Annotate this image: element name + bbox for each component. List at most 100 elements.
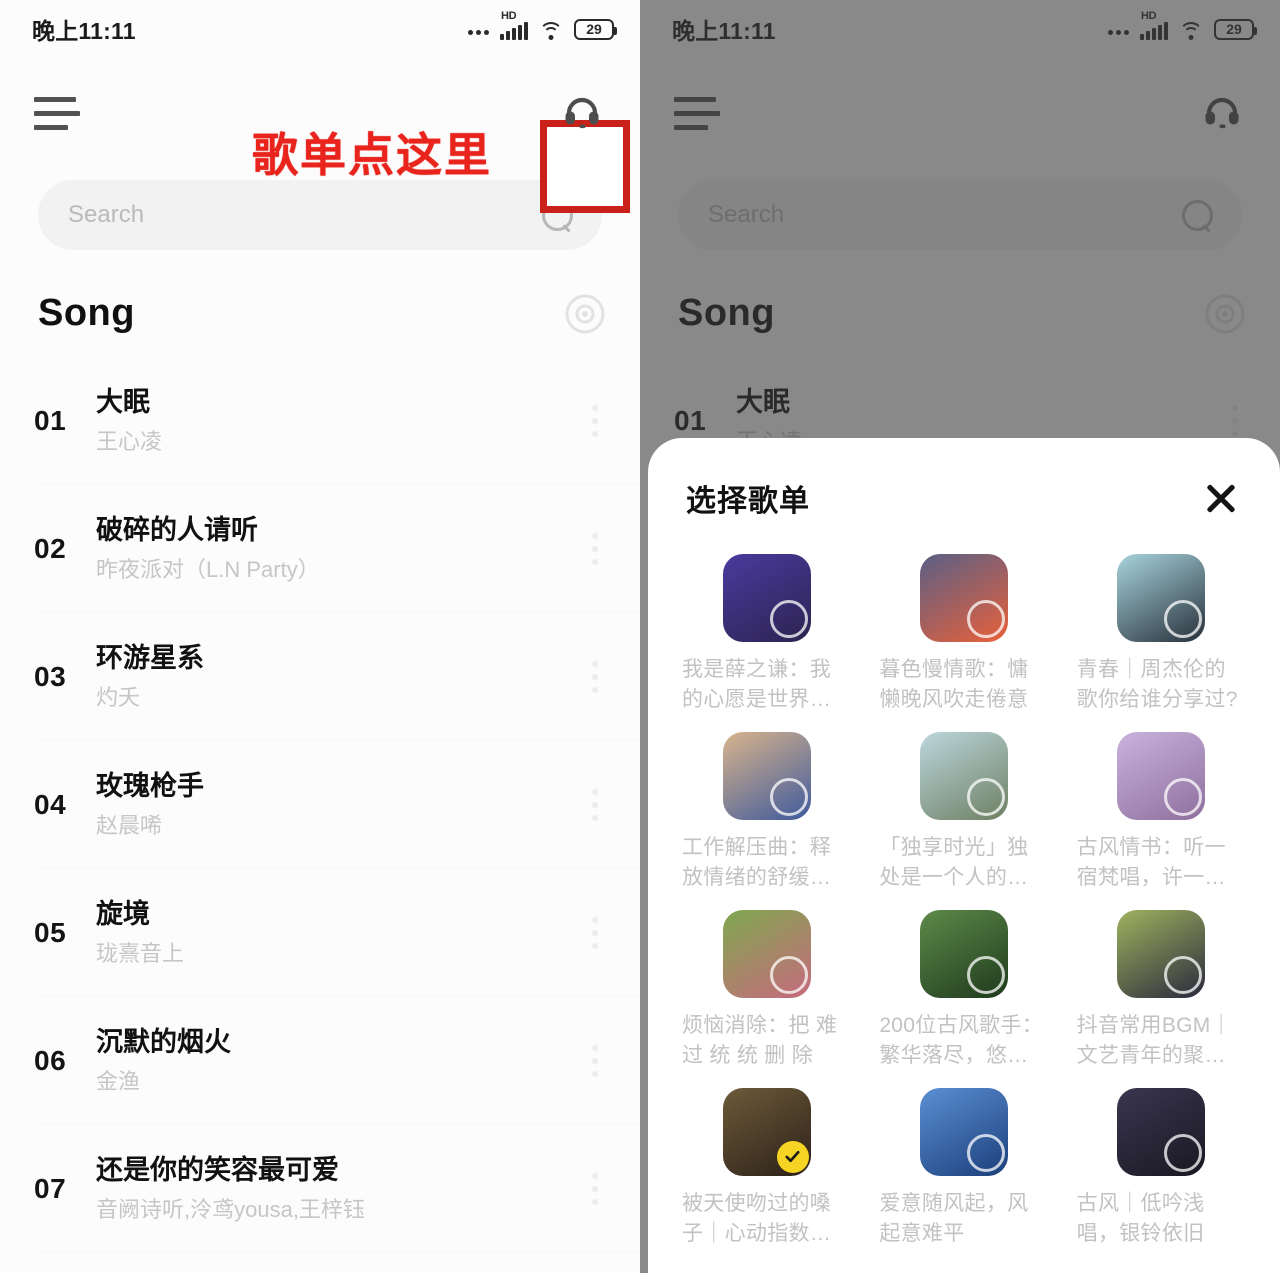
vinyl-overlay-icon (769, 955, 808, 994)
playlist-cover[interactable] (722, 1087, 811, 1176)
playlist-item[interactable]: 暮色慢情歌：慵懒晚风吹走倦意 (879, 554, 1048, 716)
song-row[interactable]: 01 大眠王心凌 (0, 357, 640, 485)
playlist-name: 青春｜周杰伦的歌你给谁分享过? (1076, 658, 1238, 712)
playlist-name: 烦恼消除：把 难 过 统 统 删 除 (682, 1013, 838, 1068)
vinyl-overlay-icon (966, 777, 1005, 816)
playlist-name: 抖音常用BGM｜文艺青年的聚会趴 (1076, 1013, 1232, 1068)
song-more-icon[interactable] (580, 1173, 610, 1205)
song-meta: 环游星系 灼夭 (92, 642, 580, 711)
song-more-icon[interactable] (580, 661, 610, 693)
song-more-icon[interactable] (580, 405, 610, 437)
song-title: 玫瑰枪手 (96, 771, 204, 802)
search-placeholder: Search (68, 201, 145, 228)
song-row[interactable]: 07 还是你的笑容最可爱 音阙诗听,泠鸢yousa,王梓钰 (0, 1125, 640, 1253)
playlist-cover[interactable] (1117, 554, 1206, 642)
song-rank: 05 (34, 917, 67, 948)
song-title: 沉默的烟火 (96, 1027, 231, 1058)
vinyl-overlay-icon (1164, 777, 1203, 816)
vinyl-overlay-icon (966, 955, 1005, 994)
playlist-item[interactable]: 我是薛之谦：我的心愿是世界和平 (682, 554, 851, 716)
song-artist: 王心凌 (96, 429, 163, 455)
status-bar-left: 晚上11:11 HD 29 (0, 0, 640, 58)
song-row[interactable]: 05 旋境珑熹音上 (0, 869, 640, 997)
song-row[interactable]: 02 破碎的人请听 昨夜派对（L.N Party） (0, 485, 640, 613)
annotation-text: 歌单点这里 (252, 129, 492, 181)
song-artist: 珑熹音上 (96, 941, 185, 967)
song-row[interactable]: 03 环游星系 灼夭 (0, 613, 640, 741)
playlist-cover-wrap (879, 731, 1048, 820)
modal-title: 选择歌单 (686, 485, 810, 518)
playlist-cover[interactable] (1117, 1087, 1206, 1176)
song-artist: 赵晨唏 (96, 813, 163, 839)
app-header-left: 歌单点这里 (0, 58, 640, 213)
playlist-cover-wrap (682, 1087, 851, 1176)
song-rank: 02 (34, 533, 67, 564)
vinyl-overlay-icon (769, 600, 808, 638)
headset-icon[interactable] (554, 85, 610, 141)
song-section-header-left: Song (0, 250, 640, 335)
search-input[interactable]: Search (38, 180, 602, 250)
song-more-icon[interactable] (580, 533, 610, 565)
song-rank: 04 (34, 789, 67, 820)
playlist-cover[interactable] (919, 1087, 1008, 1176)
battery-icon: 29 (574, 18, 617, 40)
playlist-cover[interactable] (722, 554, 811, 642)
song-meta: 玫瑰枪手 赵晨唏 (92, 770, 580, 839)
hd-label: HD (501, 9, 517, 22)
vinyl-overlay-icon (966, 1133, 1005, 1172)
playlist-item[interactable]: 200位古风歌手：繁华落尽，悠悠吟唱... (879, 909, 1048, 1072)
song-more-icon[interactable] (580, 789, 610, 821)
song-more-icon[interactable] (580, 1045, 610, 1077)
playlist-cover-wrap (682, 731, 851, 820)
playlist-cover-wrap (1077, 731, 1246, 820)
screenshot-stage: 晚上11:11 HD 29 歌单点这里 Search Song 01 大眠 王心… (0, 0, 1280, 1273)
vinyl-overlay-icon (769, 777, 808, 816)
playlist-item[interactable]: 工作解压曲：释放情绪的舒缓慢歌 (682, 731, 851, 894)
close-icon[interactable] (1200, 477, 1242, 519)
playlist-item[interactable]: 烦恼消除：把 难 过 统 统 删 除 (682, 909, 851, 1072)
song-title: 还是你的笑容最可爱 (96, 1155, 339, 1186)
vinyl-overlay-icon (966, 600, 1005, 638)
playlist-item[interactable]: 爱意随风起，风起意难平 (879, 1087, 1048, 1250)
playlist-grid: 我是薛之谦：我的心愿是世界和平暮色慢情歌：慵懒晚风吹走倦意青春｜周杰伦的歌你给谁… (682, 554, 1246, 1266)
vinyl-overlay-icon (1164, 955, 1203, 994)
hamburger-menu-icon[interactable] (34, 93, 82, 133)
playlist-item[interactable]: 青春｜周杰伦的歌你给谁分享过? (1077, 554, 1246, 716)
playlist-cover[interactable] (722, 909, 811, 998)
song-row[interactable]: 04 玫瑰枪手赵晨唏 (0, 741, 640, 869)
playlist-cover[interactable] (919, 731, 1008, 820)
playlist-item[interactable]: 古风情书：听一宿梵唱，许一世柔情 (1076, 731, 1246, 894)
more-dots-icon (468, 29, 489, 40)
playlist-cover[interactable] (919, 909, 1008, 998)
playlist-cover-wrap (1077, 909, 1246, 998)
playlist-cover-wrap (1077, 554, 1246, 642)
playlist-cover[interactable] (919, 554, 1008, 642)
song-artist: 音阙诗听,泠鸢yousa,王梓钰 (96, 1197, 365, 1223)
playlist-item[interactable]: 「独享时光」独处是一个人的清欢 (879, 731, 1048, 894)
playlist-cover[interactable] (722, 731, 811, 820)
vinyl-overlay-icon (1164, 1133, 1203, 1172)
playlist-item[interactable]: 古风｜低吟浅唱，银铃依旧 (1076, 1087, 1246, 1250)
song-meta: 大眠王心凌 (92, 386, 580, 455)
left-phone-screen: 晚上11:11 HD 29 歌单点这里 Search Song 01 大眠 王心… (0, 0, 640, 1273)
song-row[interactable]: 06 沉默的烟火 金渔 (0, 997, 640, 1125)
playlist-cover-wrap (879, 909, 1048, 998)
playlist-cover-wrap (682, 554, 851, 642)
selected-check-icon (776, 1140, 809, 1173)
song-more-icon[interactable] (580, 917, 610, 949)
playlist-name: 「独享时光」独处是一个人的清欢 (879, 835, 1029, 890)
status-icons: HD 29 (468, 10, 617, 40)
song-artist: 灼夭 (96, 685, 141, 711)
playlist-name: 古风情书：听一宿梵唱，许一世柔情 (1076, 835, 1226, 890)
playlist-cover[interactable] (1117, 909, 1206, 998)
page-title: Song (38, 292, 135, 334)
playlist-item[interactable]: 抖音常用BGM｜文艺青年的聚会趴 (1076, 909, 1246, 1072)
playlist-name: 古风｜低吟浅唱，银铃依旧 (1076, 1191, 1205, 1246)
playlist-cover-wrap (879, 1087, 1048, 1176)
playlist-name: 爱意随风起，风起意难平 (879, 1191, 1029, 1246)
vinyl-disc-icon[interactable] (564, 293, 606, 335)
right-phone-screen: 晚上11:11 HD 29 (640, 0, 1280, 1273)
song-title: 旋境 (96, 899, 150, 930)
playlist-cover[interactable] (1117, 731, 1206, 820)
playlist-item[interactable]: 被天使吻过的嗓子｜心动指数100% (682, 1087, 851, 1250)
